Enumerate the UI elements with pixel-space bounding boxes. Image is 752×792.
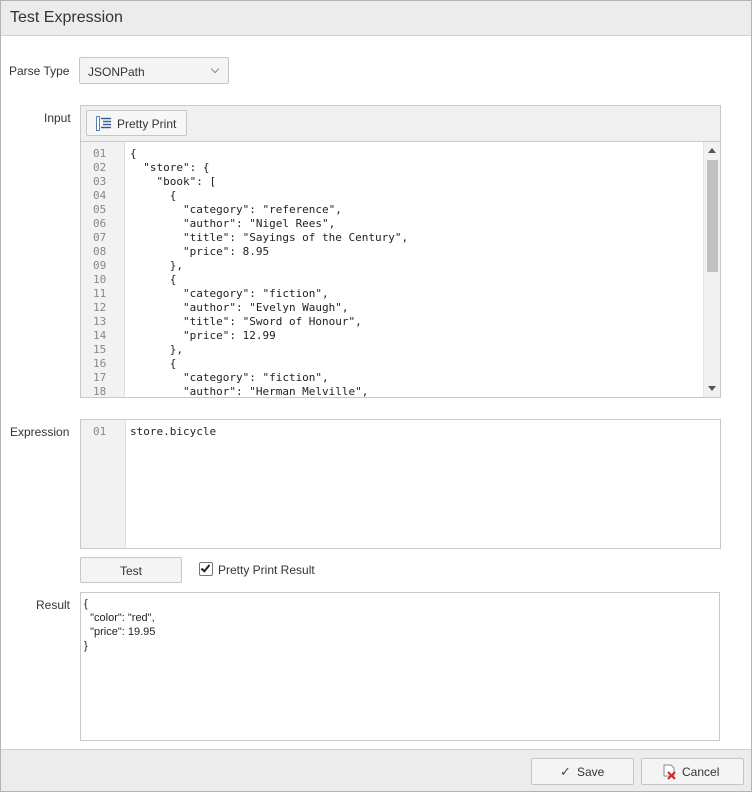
code-line: "title": "Sword of Honour", <box>130 315 362 328</box>
code-line: "author": "Nigel Rees", <box>130 217 336 230</box>
chevron-down-icon <box>210 64 220 74</box>
line-number: 14 <box>93 329 107 342</box>
input-panel: Pretty Print 01 02 03 04 05 06 07 08 09 … <box>80 105 721 398</box>
input-gutter: 01 02 03 04 05 06 07 08 09 10 11 12 13 1… <box>81 142 125 397</box>
pretty-print-result-label[interactable]: Pretty Print Result <box>218 563 315 577</box>
line-number: 15 <box>93 343 107 356</box>
code-line: store.bicycle <box>130 425 217 438</box>
expression-label: Expression <box>10 425 70 439</box>
code-line: "book": [ <box>130 175 217 188</box>
result-line: } <box>84 640 88 652</box>
test-button-label: Test <box>119 564 142 578</box>
line-number: 02 <box>93 161 107 174</box>
code-line: "category": "fiction", <box>130 371 329 384</box>
code-line: { <box>130 147 137 160</box>
code-line: "title": "Sayings of the Century", <box>130 231 409 244</box>
scroll-up-arrow-icon[interactable] <box>708 148 716 153</box>
scroll-down-arrow-icon[interactable] <box>708 386 716 391</box>
expression-editor[interactable]: 01 store.bicycle <box>80 419 721 549</box>
line-number: 07 <box>93 231 107 244</box>
code-line: "store": { <box>130 161 210 174</box>
code-line: "price": 12.99 <box>130 329 276 342</box>
save-button-label: Save <box>577 765 605 779</box>
line-number: 16 <box>93 357 107 370</box>
line-number: 01 <box>93 147 107 160</box>
dialog-title: Test Expression <box>10 9 123 26</box>
line-number: 17 <box>93 371 107 384</box>
line-number: 01 <box>93 425 107 438</box>
pretty-print-icon <box>96 116 111 131</box>
test-expression-dialog: Test Expression Parse Type JSONPath Inpu… <box>0 0 752 792</box>
cancel-document-icon <box>663 764 676 780</box>
result-line: { <box>84 598 88 610</box>
code-line: { <box>130 357 177 370</box>
line-number: 03 <box>93 175 107 188</box>
code-line: "author": "Herman Melville", <box>130 385 369 397</box>
line-number: 08 <box>93 245 107 258</box>
line-number: 12 <box>93 301 107 314</box>
checkmark-icon <box>200 562 211 573</box>
parse-type-select[interactable]: JSONPath <box>79 57 229 84</box>
checkmark-icon: ✓ <box>560 764 571 779</box>
dialog-titlebar: Test Expression <box>1 1 751 36</box>
pretty-print-label: Pretty Print <box>117 117 177 131</box>
save-button[interactable]: ✓ Save <box>531 758 634 785</box>
test-button[interactable]: Test <box>80 557 182 583</box>
parse-type-label: Parse Type <box>9 64 70 78</box>
line-number: 09 <box>93 259 107 272</box>
code-line: { <box>130 189 177 202</box>
line-number: 11 <box>93 287 107 300</box>
input-scrollbar[interactable] <box>703 142 720 397</box>
code-line: "category": "fiction", <box>130 287 329 300</box>
code-line: "price": 8.95 <box>130 245 270 258</box>
code-line: }, <box>130 343 183 356</box>
line-number: 04 <box>93 189 107 202</box>
pretty-print-button[interactable]: Pretty Print <box>86 110 187 136</box>
scroll-thumb[interactable] <box>707 160 718 272</box>
line-number: 13 <box>93 315 107 328</box>
expression-gutter: 01 <box>81 420 126 548</box>
input-editor[interactable]: 01 02 03 04 05 06 07 08 09 10 11 12 13 1… <box>81 141 720 397</box>
dialog-footer: ✓ Save Cancel <box>1 749 751 791</box>
line-number: 05 <box>93 203 107 216</box>
line-number: 18 <box>93 385 107 397</box>
code-line: }, <box>130 259 183 272</box>
code-line: "category": "reference", <box>130 203 342 216</box>
input-label: Input <box>44 111 71 125</box>
line-number: 06 <box>93 217 107 230</box>
result-label: Result <box>36 598 71 612</box>
result-line: "price": 19.95 <box>84 626 156 638</box>
code-line: "author": "Evelyn Waugh", <box>130 301 349 314</box>
cancel-button[interactable]: Cancel <box>641 758 744 785</box>
parse-type-value: JSONPath <box>88 65 145 79</box>
code-line: { <box>130 273 177 286</box>
line-number: 10 <box>93 273 107 286</box>
result-output[interactable]: { "color": "red", "price": 19.95 } <box>80 592 720 741</box>
cancel-button-label: Cancel <box>682 765 720 779</box>
pretty-print-result-checkbox[interactable] <box>199 562 213 576</box>
result-line: "color": "red", <box>84 612 155 624</box>
